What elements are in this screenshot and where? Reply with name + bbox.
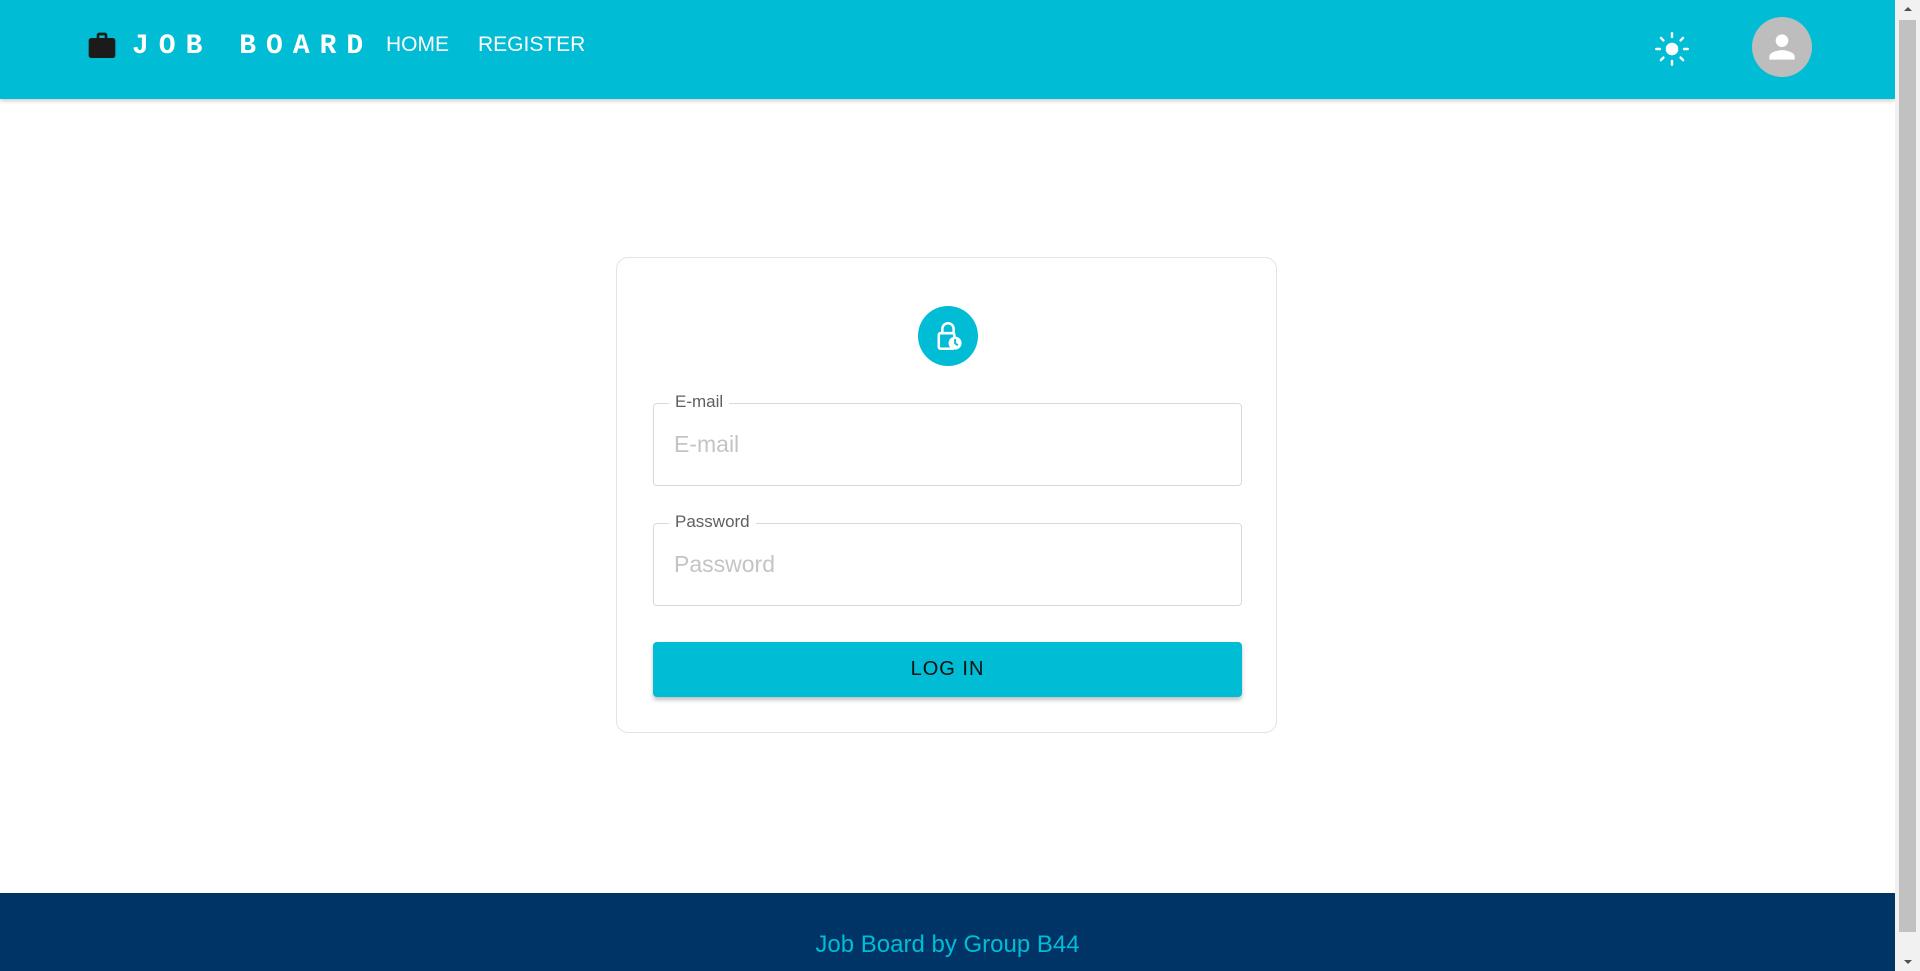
briefcase-icon bbox=[88, 32, 116, 58]
footer: Job Board by Group B44 bbox=[0, 893, 1895, 971]
main-content: JOB BOARD HOME REGISTER E-mail E-mail Pa… bbox=[0, 0, 1895, 971]
scroll-up-arrow-icon[interactable] bbox=[1895, 0, 1920, 18]
nav-home-link[interactable]: HOME bbox=[386, 33, 449, 57]
avatar[interactable] bbox=[1752, 17, 1812, 77]
theme-toggle-button[interactable] bbox=[1652, 29, 1692, 69]
password-input[interactable] bbox=[654, 524, 1241, 605]
nav-register-link[interactable]: REGISTER bbox=[478, 33, 585, 57]
lock-clock-icon bbox=[937, 322, 962, 351]
login-card: E-mail Password LOG IN bbox=[616, 257, 1277, 733]
main-nav: HOME REGISTER bbox=[386, 33, 614, 57]
password-field: Password bbox=[653, 512, 1242, 606]
footer-text: Job Board by Group B44 bbox=[815, 931, 1080, 958]
page: JOB BOARD HOME REGISTER E-mail E-mail Pa… bbox=[0, 0, 1920, 971]
app-bar: JOB BOARD HOME REGISTER bbox=[0, 0, 1895, 99]
scroll-down-arrow-icon[interactable] bbox=[1895, 953, 1920, 971]
brand-title: JOB BOARD bbox=[132, 30, 374, 62]
email-input[interactable] bbox=[654, 404, 1241, 485]
person-icon bbox=[1769, 34, 1795, 60]
sun-icon bbox=[1655, 32, 1689, 66]
vertical-scrollbar[interactable] bbox=[1895, 0, 1920, 971]
scroll-thumb[interactable] bbox=[1899, 20, 1916, 932]
login-button[interactable]: LOG IN bbox=[653, 642, 1242, 697]
lock-badge bbox=[918, 306, 978, 366]
email-field: E-mail bbox=[653, 392, 1242, 486]
brand[interactable]: JOB BOARD bbox=[86, 30, 373, 62]
